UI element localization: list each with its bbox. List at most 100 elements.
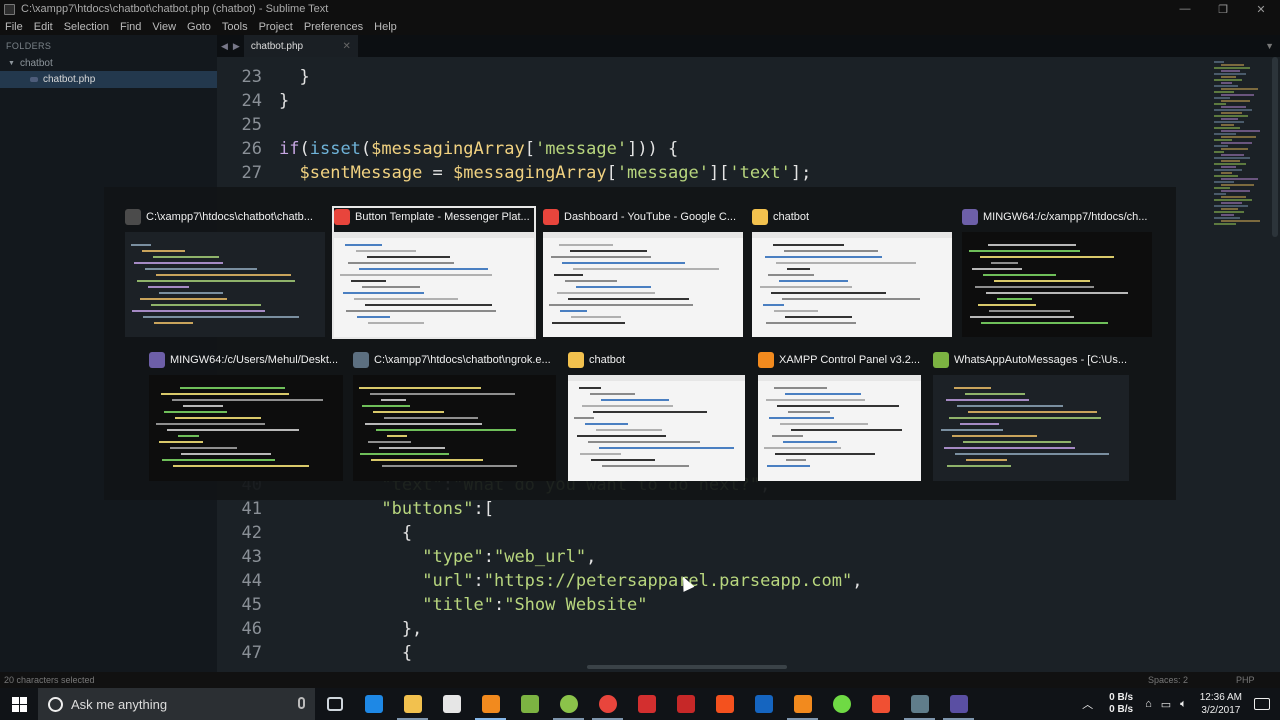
- taskbar-android-button[interactable]: [549, 688, 588, 720]
- code-line[interactable]: 42 {: [217, 521, 413, 545]
- network-icon[interactable]: ▭: [1161, 698, 1171, 711]
- menu-tools[interactable]: Tools: [222, 21, 248, 33]
- microphone-icon[interactable]: [298, 697, 305, 709]
- preview-text-line: [764, 447, 841, 449]
- clock-time: 12:36 AM: [1199, 692, 1242, 703]
- people-icon[interactable]: ⌂: [1145, 698, 1152, 710]
- code-text[interactable]: $sentMessage = $messagingArray['message'…: [262, 163, 811, 183]
- code-text[interactable]: "type":"web_url",: [262, 547, 596, 567]
- taskbar-photoshop-button[interactable]: [744, 688, 783, 720]
- preview-text-line: [576, 286, 651, 288]
- code-line[interactable]: 45 "title":"Show Website": [217, 593, 648, 617]
- menu-edit[interactable]: Edit: [34, 21, 53, 33]
- code-line[interactable]: 41 "buttons":[: [217, 497, 494, 521]
- switcher-window-10[interactable]: WhatsAppAutoMessages - [C:\Us...: [933, 351, 1129, 481]
- tab-overflow-icon[interactable]: ▼: [1265, 35, 1280, 57]
- code-line[interactable]: 24}: [217, 89, 290, 113]
- vertical-scrollbar[interactable]: [1270, 57, 1280, 672]
- switcher-window-7[interactable]: C:\xampp7\htdocs\chatbot\ngrok.e...: [353, 351, 556, 481]
- taskbar-acrobat-button[interactable]: [627, 688, 666, 720]
- code-text[interactable]: "url":"https://petersapparel.parseapp.co…: [262, 571, 862, 591]
- volume-icon[interactable]: 🔈︎: [1180, 698, 1187, 711]
- switcher-window-1[interactable]: C:\xampp7\htdocs\chatbot\chatb...: [125, 208, 325, 337]
- minimap[interactable]: [1210, 57, 1270, 672]
- code-text[interactable]: {: [262, 643, 412, 663]
- menu-goto[interactable]: Goto: [187, 21, 211, 33]
- tab-prev-icon[interactable]: ◀: [221, 41, 228, 52]
- taskbar-task-view-button[interactable]: [315, 688, 354, 720]
- indentation-status[interactable]: Spaces: 2: [1148, 675, 1188, 685]
- sidebar-folder-chatbot[interactable]: ▼ chatbot: [0, 55, 217, 71]
- taskbar-xampp-button[interactable]: [783, 688, 822, 720]
- code-text[interactable]: if(isset($messagingArray['message'])) {: [262, 139, 678, 159]
- restore-button[interactable]: ❐: [1204, 3, 1242, 16]
- minimize-button[interactable]: —: [1166, 3, 1204, 16]
- code-line[interactable]: 26 if(isset($messagingArray['message'])) …: [217, 137, 679, 161]
- code-line[interactable]: 23 }: [217, 65, 310, 89]
- code-line[interactable]: 43 "type":"web_url",: [217, 545, 597, 569]
- code-line[interactable]: 25: [217, 113, 279, 137]
- preview-text-line: [986, 292, 1128, 294]
- start-button[interactable]: [0, 688, 38, 720]
- preview-text-line: [777, 405, 899, 407]
- switcher-window-3[interactable]: Dashboard - YouTube - Google C...: [543, 208, 743, 337]
- sidebar-file-chatbot-php[interactable]: chatbot.php: [0, 71, 217, 88]
- preview-text-line: [769, 417, 834, 419]
- switcher-window-6[interactable]: MINGW64:/c/Users/Mehul/Deskt...: [149, 351, 343, 481]
- code-text[interactable]: "buttons":[: [262, 499, 494, 519]
- code-text[interactable]: "title":"Show Website": [262, 595, 647, 615]
- menu-selection[interactable]: Selection: [64, 21, 109, 33]
- menu-project[interactable]: Project: [259, 21, 293, 33]
- preview-text-line: [947, 465, 1011, 467]
- taskbar-git-button[interactable]: [861, 688, 900, 720]
- taskbar-filezilla-button[interactable]: [666, 688, 705, 720]
- switcher-window-8[interactable]: chatbot: [568, 351, 745, 481]
- minimap-line: [1214, 181, 1234, 183]
- taskbar-chrome-button[interactable]: [588, 688, 627, 720]
- switcher-window-9[interactable]: XAMPP Control Panel v3.2...: [758, 351, 921, 481]
- close-button[interactable]: ✕: [1242, 3, 1280, 16]
- tab-next-icon[interactable]: ▶: [233, 41, 240, 52]
- cortana-search[interactable]: Ask me anything: [38, 688, 315, 720]
- menu-view[interactable]: View: [152, 21, 176, 33]
- taskbar-office-button[interactable]: [705, 688, 744, 720]
- window-preview: [334, 232, 534, 337]
- taskbar-edge-button[interactable]: [354, 688, 393, 720]
- taskbar-console-button[interactable]: [900, 688, 939, 720]
- preview-text-line: [381, 399, 406, 401]
- menu-help[interactable]: Help: [374, 21, 397, 33]
- code-text[interactable]: {: [262, 523, 412, 543]
- close-icon[interactable]: ✕: [342, 41, 350, 52]
- code-text[interactable]: }: [262, 91, 289, 111]
- clock[interactable]: 12:36 AM 3/2/2017: [1200, 691, 1242, 717]
- taskbar-store-button[interactable]: [432, 688, 471, 720]
- tab-chatbot-php[interactable]: chatbot.php ✕: [243, 35, 358, 57]
- taskbar-sublime-text-button[interactable]: [471, 688, 510, 720]
- switcher-window-4[interactable]: chatbot: [752, 208, 952, 337]
- file-icon: [30, 77, 38, 82]
- menu-find[interactable]: Find: [120, 21, 141, 33]
- code-line[interactable]: 27 $sentMessage = $messagingArray['messa…: [217, 161, 812, 185]
- chevron-up-icon[interactable]: ︿: [1082, 696, 1093, 712]
- horizontal-scrollbar[interactable]: [587, 665, 787, 669]
- code-line[interactable]: 46 },: [217, 617, 423, 641]
- taskbar-notepad-button[interactable]: [510, 688, 549, 720]
- action-center-icon[interactable]: [1254, 698, 1270, 710]
- preview-text-line: [362, 286, 420, 288]
- code-line[interactable]: 44 "url":"https://petersapparel.parseapp…: [217, 569, 863, 593]
- taskbar-upwork-button[interactable]: [822, 688, 861, 720]
- code-line[interactable]: 47 {: [217, 641, 413, 665]
- code-text[interactable]: },: [262, 619, 422, 639]
- taskbar-git-bash-button[interactable]: [939, 688, 978, 720]
- menu-file[interactable]: File: [5, 21, 23, 33]
- switcher-window-5[interactable]: MINGW64:/c/xampp7/htdocs/ch...: [962, 208, 1152, 337]
- preview-text-line: [562, 262, 685, 264]
- syntax-status[interactable]: PHP: [1236, 675, 1255, 685]
- menu-preferences[interactable]: Preferences: [304, 21, 363, 33]
- taskbar-file-explorer-button[interactable]: [393, 688, 432, 720]
- switcher-window-2[interactable]: Button Template - Messenger Plat...: [332, 206, 536, 339]
- tab-bar: ◀ ▶ chatbot.php ✕ ▼: [217, 35, 1280, 57]
- preview-text-line: [954, 387, 991, 389]
- scrollbar-thumb[interactable]: [1272, 57, 1278, 237]
- code-text[interactable]: }: [262, 67, 309, 87]
